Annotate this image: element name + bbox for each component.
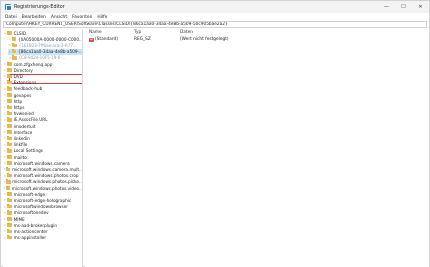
folder-icon (7, 67, 12, 73)
folder-icon (12, 55, 17, 60)
tree-item-label: microsoft.windows.photos.picke... (12, 179, 83, 185)
folder-icon (7, 191, 12, 197)
menu-file[interactable]: Datei (5, 15, 17, 20)
tree-item-label: DVD (13, 73, 23, 79)
folder-icon (12, 42, 17, 48)
column-header-type[interactable]: Typ (134, 30, 141, 35)
tree-item-label: linkedin (13, 135, 30, 141)
close-button[interactable]: ✕ (412, 1, 429, 13)
folder-icon (7, 111, 12, 116)
tree-item-label: imodertuit (13, 123, 36, 129)
tree-item-label: IE.AssocFile.URL (13, 117, 48, 123)
folder-icon (7, 154, 12, 159)
folder-icon (7, 129, 12, 135)
string-value-icon: ab (89, 37, 94, 42)
registry-key-tree[interactable]: ⌄ CLSID › {0A05000A-0000-0000-C000... › {1E1B… (3, 29, 83, 267)
tree-item-label: Local Settings (13, 148, 43, 154)
tree-item-label: microsoftwindowsbrowser (13, 204, 68, 210)
tree-item-label: CLSID (13, 30, 26, 36)
tree-item-label: linkfile (13, 142, 28, 148)
folder-icon (7, 210, 12, 215)
tree-item-label: microsoft.windows.camera.mult... (12, 166, 83, 172)
menu-view[interactable]: Ansicht (51, 15, 67, 20)
address-bar[interactable]: Computer\HKEY_CURRENT_USER\Software\Clas… (3, 21, 427, 28)
folder-icon (7, 228, 12, 234)
folder-icon (11, 49, 17, 54)
column-header-name[interactable]: Name (89, 30, 102, 35)
tree-item-label: Interface (13, 129, 33, 135)
folder-icon (7, 222, 12, 228)
folder-icon (7, 148, 12, 153)
registry-editor-icon (5, 4, 12, 11)
folder-icon (7, 73, 12, 79)
tree-item[interactable]: › ms-appinstaller (3, 235, 82, 241)
maximize-button[interactable]: ☐ (395, 1, 412, 13)
folder-icon (7, 117, 12, 122)
tree-item-label: ms-actioncenter (13, 228, 48, 234)
folder-icon (7, 135, 12, 141)
tree-item-label: {0A05000A-0000-0000-C000... (17, 36, 83, 42)
folder-icon (7, 197, 12, 203)
tree-item-label: {C8-9424-10F5-19-6-... (18, 55, 66, 61)
tree-item-label: microsoftonedev (13, 210, 49, 216)
folder-icon (7, 123, 12, 128)
menu-edit[interactable]: Bearbeiten (22, 15, 46, 20)
tree-item-label: hvwenied (13, 111, 34, 117)
registry-editor-window: Registrierungs-Editor — ☐ ✕ Datei Bearbe… (0, 0, 430, 267)
folder-icon (7, 104, 12, 110)
tree-item-label: {1E1B23-7ff6ae-aca-3-R77... (18, 42, 77, 48)
folder-icon (7, 160, 12, 166)
column-header-data[interactable]: Daten (180, 30, 193, 35)
tree-item-label: com.zfgxhenq.app (13, 61, 53, 67)
tree-item-label: microsoft.windows.camera (13, 160, 70, 166)
folder-icon (7, 142, 12, 147)
folder-icon (7, 216, 12, 221)
title-bar: Registrierungs-Editor — ☐ ✕ (1, 1, 429, 13)
tree-item-label: microsoft-edge (13, 191, 46, 197)
tree-item-label: mailto (13, 154, 27, 160)
tree-item-label: {86ca1aa0-34aa-4e8b-a509-... (18, 49, 83, 55)
folder-icon (7, 30, 12, 35)
tree-item-label: https (13, 104, 25, 110)
folder-icon (7, 204, 12, 209)
menu-bar: Datei Bearbeiten Ansicht Favoriten Hilfe (1, 13, 429, 21)
menu-favorites[interactable]: Favoriten (72, 15, 92, 20)
folder-icon (7, 86, 12, 91)
tree-item-label: Extensions (13, 80, 37, 86)
minimize-button[interactable]: — (378, 1, 395, 13)
folder-icon (7, 61, 12, 66)
window-controls: — ☐ ✕ (378, 1, 429, 13)
tree-item-label: microsoft-edge-holographic (13, 197, 72, 203)
window-title: Registrierungs-Editor (14, 4, 65, 10)
folder-icon (7, 80, 12, 85)
value-row[interactable]: ab (Standard) REG_SZ (Wert nicht festgel… (85, 37, 429, 43)
folder-icon (7, 98, 12, 104)
values-pane[interactable]: Name Typ Daten ab (Standard) REG_SZ (Wer… (85, 29, 429, 267)
tree-item-label: microsoft.windows.photos.video... (11, 185, 83, 191)
folder-icon (6, 185, 11, 190)
tree-item-label: gevapes (13, 92, 32, 98)
folder-icon (7, 235, 12, 240)
tree-item-label: microsoft.windows.photos.crop (13, 173, 79, 179)
folder-icon (6, 166, 11, 172)
tree-item-label: MIME (13, 216, 25, 222)
value-name: (Standard) (95, 37, 118, 42)
menu-help[interactable]: Hilfe (97, 15, 107, 20)
tree-item-label: feedback-hub (13, 86, 43, 92)
folder-icon (6, 179, 11, 184)
tree-item-label: ms-aad-brokerplugin (13, 222, 58, 228)
tree-item-label: Directory (13, 67, 33, 73)
folder-icon (7, 173, 12, 178)
tree-item-label: http (13, 98, 23, 104)
folder-icon (7, 92, 12, 97)
value-data: (Wert nicht festgelegt) (180, 37, 229, 42)
folder-icon (11, 36, 17, 42)
value-type: REG_SZ (134, 37, 151, 42)
tree-item-label: ms-appinstaller (13, 235, 47, 241)
